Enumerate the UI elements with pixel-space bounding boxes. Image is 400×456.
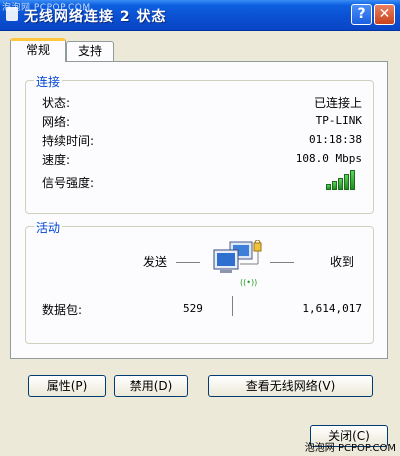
- activity-group: 活动: [25, 219, 374, 344]
- signal-bar: [350, 170, 355, 190]
- title-bar[interactable]: 泡泡网 PCPOP.COM 无线网络连接 2 状态 ? ✕: [0, 0, 400, 31]
- signal-bar: [332, 181, 337, 190]
- activity-divider: [232, 296, 233, 316]
- speed-label: 速度:: [42, 153, 71, 167]
- window-title: 无线网络连接 2 状态: [24, 9, 167, 25]
- packets-label: 数据包:: [42, 303, 83, 317]
- watermark-text: 泡泡网 PCPOP.COM: [304, 443, 396, 454]
- signal-bar: [338, 178, 343, 190]
- network-label: 网络:: [42, 115, 71, 129]
- activity-group-legend: 活动: [34, 219, 63, 236]
- properties-button[interactable]: 属性(P): [28, 375, 106, 397]
- network-value: TP-LINK: [315, 114, 362, 127]
- duration-label: 持续时间:: [42, 134, 95, 148]
- network-activity-icon: ((•)): [213, 240, 262, 287]
- close-window-button[interactable]: ✕: [374, 4, 395, 25]
- disable-button[interactable]: 禁用(D): [114, 375, 188, 397]
- connection-group-legend: 连接: [34, 73, 63, 90]
- tab-support[interactable]: 支持: [66, 41, 114, 61]
- view-wireless-networks-button[interactable]: 查看无线网络(V): [208, 375, 373, 397]
- duration-value: 01:18:38: [309, 133, 362, 146]
- svg-text:((•)): ((•)): [240, 278, 257, 287]
- signal-strength-label: 信号强度:: [42, 176, 95, 190]
- sent-line: [176, 262, 200, 263]
- signal-bar: [344, 174, 349, 190]
- tab-general[interactable]: 常规: [10, 38, 66, 62]
- packets-received-value: 1,614,017: [302, 302, 362, 315]
- status-label: 状态:: [42, 96, 71, 110]
- help-button[interactable]: ?: [351, 4, 372, 25]
- network-connection-icon: [6, 7, 18, 21]
- packets-sent-value: 529: [183, 302, 203, 315]
- received-label: 收到: [330, 255, 355, 269]
- speed-value: 108.0 Mbps: [295, 152, 362, 165]
- status-value: 已连接上: [313, 96, 362, 110]
- signal-strength-icon: [326, 170, 358, 190]
- received-line: [270, 262, 294, 263]
- signal-bar: [326, 184, 331, 190]
- sent-label: 发送: [143, 255, 168, 269]
